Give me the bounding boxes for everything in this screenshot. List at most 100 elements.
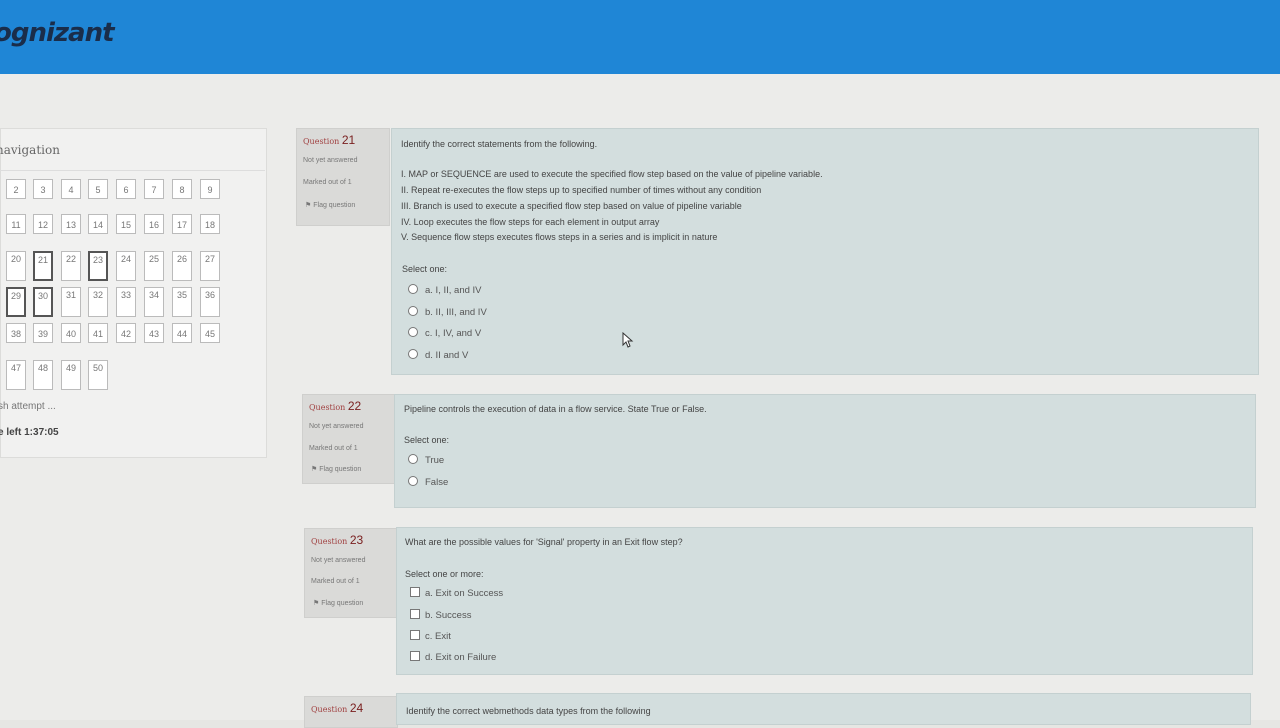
question-content-21: Identify the correct statements from the… bbox=[391, 128, 1259, 375]
time-left: e left 1:37:05 bbox=[0, 427, 59, 438]
question-marks: Marked out of 1 bbox=[303, 179, 352, 186]
checkbox[interactable] bbox=[410, 630, 420, 640]
mouse-cursor-icon bbox=[622, 332, 634, 348]
question-nav-button-5[interactable]: 5 bbox=[88, 179, 108, 199]
question-nav-button-12[interactable]: 12 bbox=[33, 214, 53, 234]
question-nav-button-33[interactable]: 33 bbox=[116, 287, 136, 317]
question-text: Identify the correct webmethods data typ… bbox=[406, 706, 651, 716]
question-nav-button-45[interactable]: 45 bbox=[200, 323, 220, 343]
answer-option-c[interactable]: c. Exit bbox=[410, 630, 451, 642]
question-nav-button-36[interactable]: 36 bbox=[200, 287, 220, 317]
question-content-23: What are the possible values for 'Signal… bbox=[396, 527, 1253, 675]
flag-question-link[interactable]: ⚑ Flag question bbox=[305, 201, 355, 209]
answer-option-b[interactable]: b. II, III, and IV bbox=[408, 306, 487, 318]
divider bbox=[0, 170, 265, 171]
checkbox[interactable] bbox=[410, 609, 420, 619]
answer-option-d[interactable]: d. II and V bbox=[408, 349, 468, 361]
question-nav-button-25[interactable]: 25 bbox=[144, 251, 164, 281]
question-nav-button-15[interactable]: 15 bbox=[116, 214, 136, 234]
radio-button[interactable] bbox=[408, 476, 418, 486]
question-nav-button-29[interactable]: 29 bbox=[6, 287, 26, 317]
question-info-24: Question 24 bbox=[304, 696, 398, 728]
flag-question-link[interactable]: ⚑ Flag question bbox=[313, 599, 363, 607]
statement: I. MAP or SEQUENCE are used to execute t… bbox=[401, 169, 823, 179]
radio-button[interactable] bbox=[408, 284, 418, 294]
question-label: Question 21 bbox=[303, 133, 356, 147]
question-nav-button-4[interactable]: 4 bbox=[61, 179, 81, 199]
answer-option-a[interactable]: a. I, II, and IV bbox=[408, 284, 482, 296]
question-nav-button-8[interactable]: 8 bbox=[172, 179, 192, 199]
question-nav-button-32[interactable]: 32 bbox=[88, 287, 108, 317]
question-nav-button-44[interactable]: 44 bbox=[172, 323, 192, 343]
answer-option-d[interactable]: d. Exit on Failure bbox=[410, 651, 496, 663]
question-nav-button-13[interactable]: 13 bbox=[61, 214, 81, 234]
question-nav-button-3[interactable]: 3 bbox=[33, 179, 53, 199]
question-status: Not yet answered bbox=[309, 423, 364, 430]
question-marks: Marked out of 1 bbox=[311, 578, 360, 585]
select-one-label: Select one: bbox=[404, 435, 450, 445]
question-label: Question 23 bbox=[311, 533, 364, 547]
flag-icon: ⚑ bbox=[313, 600, 320, 607]
select-one-or-more-label: Select one or more: bbox=[405, 569, 484, 579]
question-nav-button-40[interactable]: 40 bbox=[61, 323, 81, 343]
question-nav-button-42[interactable]: 42 bbox=[116, 323, 136, 343]
cognizant-logo[interactable]: ognizant bbox=[0, 18, 115, 48]
question-info-21: Question 21 Not yet answered Marked out … bbox=[296, 128, 390, 226]
checkbox[interactable] bbox=[410, 587, 420, 597]
question-nav-button-11[interactable]: 11 bbox=[6, 214, 26, 234]
radio-button[interactable] bbox=[408, 327, 418, 337]
question-nav-button-47[interactable]: 47 bbox=[6, 360, 26, 390]
question-nav-button-9[interactable]: 9 bbox=[200, 179, 220, 199]
question-nav-button-7[interactable]: 7 bbox=[144, 179, 164, 199]
question-nav-button-26[interactable]: 26 bbox=[172, 251, 192, 281]
question-nav-button-43[interactable]: 43 bbox=[144, 323, 164, 343]
question-nav-button-30[interactable]: 30 bbox=[33, 287, 53, 317]
radio-button[interactable] bbox=[408, 349, 418, 359]
flag-question-link[interactable]: ⚑ Flag question bbox=[311, 465, 361, 473]
checkbox[interactable] bbox=[410, 651, 420, 661]
radio-button[interactable] bbox=[408, 454, 418, 464]
question-nav-button-21[interactable]: 21 bbox=[33, 251, 53, 281]
radio-button[interactable] bbox=[408, 306, 418, 316]
question-nav-button-17[interactable]: 17 bbox=[172, 214, 192, 234]
question-text: Identify the correct statements from the… bbox=[401, 139, 598, 149]
question-nav-button-41[interactable]: 41 bbox=[88, 323, 108, 343]
question-nav-button-50[interactable]: 50 bbox=[88, 360, 108, 390]
quiz-navigation-title: navigation bbox=[0, 143, 60, 157]
statement: IV. Loop executes the flow steps for eac… bbox=[401, 217, 660, 227]
question-nav-button-34[interactable]: 34 bbox=[144, 287, 164, 317]
finish-attempt-link[interactable]: sh attempt ... bbox=[0, 401, 56, 412]
answer-option-c[interactable]: c. I, IV, and V bbox=[408, 327, 481, 339]
question-text: What are the possible values for 'Signal… bbox=[405, 537, 683, 547]
question-info-23: Question 23 Not yet answered Marked out … bbox=[304, 528, 398, 618]
answer-option-b[interactable]: b. Success bbox=[410, 609, 471, 621]
question-nav-button-35[interactable]: 35 bbox=[172, 287, 192, 317]
question-nav-button-22[interactable]: 22 bbox=[61, 251, 81, 281]
question-nav-button-23[interactable]: 23 bbox=[88, 251, 108, 281]
question-nav-button-39[interactable]: 39 bbox=[33, 323, 53, 343]
question-nav-button-49[interactable]: 49 bbox=[61, 360, 81, 390]
question-content-24: Identify the correct webmethods data typ… bbox=[396, 693, 1251, 725]
question-nav-button-18[interactable]: 18 bbox=[200, 214, 220, 234]
flag-icon: ⚑ bbox=[311, 466, 318, 473]
question-text: Pipeline controls the execution of data … bbox=[404, 404, 707, 414]
select-one-label: Select one: bbox=[402, 264, 448, 274]
question-nav-button-16[interactable]: 16 bbox=[144, 214, 164, 234]
answer-option-false[interactable]: False bbox=[408, 476, 448, 488]
answer-option-true[interactable]: True bbox=[408, 454, 444, 466]
question-status: Not yet answered bbox=[303, 157, 358, 164]
answer-option-a[interactable]: a. Exit on Success bbox=[410, 587, 503, 599]
question-nav-button-14[interactable]: 14 bbox=[88, 214, 108, 234]
top-header: ognizant bbox=[0, 0, 1280, 74]
question-nav-button-38[interactable]: 38 bbox=[6, 323, 26, 343]
question-status: Not yet answered bbox=[311, 557, 366, 564]
question-nav-button-31[interactable]: 31 bbox=[61, 287, 81, 317]
question-nav-button-48[interactable]: 48 bbox=[33, 360, 53, 390]
question-nav-button-24[interactable]: 24 bbox=[116, 251, 136, 281]
statement: III. Branch is used to execute a specifi… bbox=[401, 201, 742, 211]
question-nav-button-2[interactable]: 2 bbox=[6, 179, 26, 199]
statement: V. Sequence flow steps executes flows st… bbox=[401, 232, 718, 242]
question-nav-button-27[interactable]: 27 bbox=[200, 251, 220, 281]
question-nav-button-20[interactable]: 20 bbox=[6, 251, 26, 281]
question-nav-button-6[interactable]: 6 bbox=[116, 179, 136, 199]
